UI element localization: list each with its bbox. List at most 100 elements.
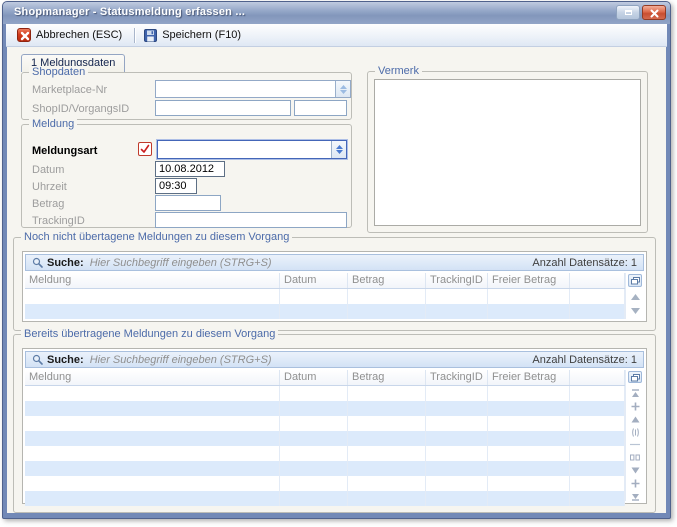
close-icon <box>650 9 659 18</box>
table-cell <box>488 476 570 491</box>
table-cell <box>570 476 625 491</box>
table-cell <box>426 476 488 491</box>
transferred-grid-header: Meldung Datum Betrag TrackingID Freier B… <box>25 370 625 386</box>
column-header-betrag[interactable]: Betrag <box>348 273 426 288</box>
pending-grid: Meldung Datum Betrag TrackingID Freier B… <box>25 273 626 319</box>
nav-next-icon[interactable] <box>630 466 640 475</box>
save-button[interactable]: Speichern (F10) <box>140 27 248 44</box>
table-cell <box>488 289 570 304</box>
cancel-button[interactable]: Abbrechen (ESC) <box>13 26 129 44</box>
group-meldung-title: Meldung <box>29 118 77 131</box>
title-bar[interactable]: Shopmanager - Statusmeldung erfassen ... <box>3 2 670 24</box>
table-cell <box>488 491 570 506</box>
transferred-grid-container: Suche: Hier Suchbegriff eingeben (STRG+S… <box>22 348 647 504</box>
meldungsart-label: Meldungsart <box>32 145 97 157</box>
table-cell <box>570 304 625 319</box>
table-cell <box>25 289 280 304</box>
pending-grid-strip <box>626 273 644 319</box>
transferred-grid-rows <box>25 386 625 506</box>
close-button[interactable] <box>642 5 666 20</box>
column-header-datum[interactable]: Datum <box>280 370 348 385</box>
marketplace-label: Marketplace-Nr <box>32 84 107 96</box>
column-header-trackingid[interactable]: TrackingID <box>426 273 488 288</box>
maximize-button[interactable] <box>616 5 640 20</box>
trackingid-input[interactable] <box>155 212 347 228</box>
table-cell <box>570 491 625 506</box>
pending-grid-container: Suche: Hier Suchbegriff eingeben (STRG+S… <box>22 251 647 322</box>
app-window: Shopmanager - Statusmeldung erfassen ...… <box>2 1 671 519</box>
table-row[interactable] <box>25 416 625 431</box>
group-pending-meldungen: Noch nicht übertagene Meldungen zu diese… <box>13 237 656 331</box>
nav-insert-icon[interactable] <box>630 402 640 411</box>
marketplace-combobox[interactable] <box>155 80 351 98</box>
table-cell <box>488 386 570 401</box>
nav-divider <box>630 441 640 450</box>
scroll-up-icon[interactable] <box>630 292 640 302</box>
table-row[interactable] <box>25 476 625 491</box>
nav-first-icon[interactable] <box>630 389 640 398</box>
nav-edit-icon[interactable] <box>630 428 640 437</box>
table-row[interactable] <box>25 386 625 401</box>
nav-post-icon[interactable] <box>630 453 640 462</box>
nav-append-icon[interactable] <box>630 479 640 488</box>
table-cell <box>488 401 570 416</box>
uhrzeit-input[interactable] <box>155 178 197 194</box>
column-header-datum[interactable]: Datum <box>280 273 348 288</box>
search-icon <box>32 354 43 365</box>
table-row[interactable] <box>25 304 625 319</box>
datum-input[interactable] <box>155 161 225 177</box>
table-cell <box>25 304 280 319</box>
nav-prior-icon[interactable] <box>630 415 640 424</box>
nav-last-icon[interactable] <box>630 492 640 501</box>
column-header-meldung[interactable]: Meldung <box>25 273 280 288</box>
table-row[interactable] <box>25 431 625 446</box>
table-cell <box>280 304 348 319</box>
uhrzeit-label: Uhrzeit <box>32 181 67 193</box>
table-row[interactable] <box>25 461 625 476</box>
table-cell <box>348 476 426 491</box>
table-row[interactable] <box>25 491 625 506</box>
table-cell <box>25 401 280 416</box>
table-cell <box>348 446 426 461</box>
meldungsart-dropdown-icon[interactable] <box>331 141 346 158</box>
save-icon <box>144 29 157 42</box>
table-cell <box>280 386 348 401</box>
search-icon <box>32 257 43 268</box>
cancel-icon <box>17 28 31 42</box>
scroll-down-icon[interactable] <box>630 306 640 316</box>
table-cell <box>488 304 570 319</box>
column-header-freier-betrag[interactable]: Freier Betrag <box>488 273 570 288</box>
transferred-search-bar[interactable]: Suche: Hier Suchbegriff eingeben (STRG+S… <box>25 351 644 368</box>
table-cell <box>426 461 488 476</box>
table-cell <box>488 446 570 461</box>
marketplace-dropdown-icon[interactable] <box>335 81 350 97</box>
column-chooser-icon[interactable] <box>628 274 642 287</box>
column-header-freier-betrag[interactable]: Freier Betrag <box>488 370 570 385</box>
table-cell <box>348 289 426 304</box>
betrag-input[interactable] <box>155 195 221 211</box>
pending-search-bar[interactable]: Suche: Hier Suchbegriff eingeben (STRG+S… <box>25 254 644 271</box>
table-row[interactable] <box>25 401 625 416</box>
table-cell <box>25 476 280 491</box>
column-header-meldung[interactable]: Meldung <box>25 370 280 385</box>
maximize-icon <box>625 10 632 15</box>
record-count: Anzahl Datensätze: 1 <box>532 354 637 366</box>
vorgangsid-input[interactable] <box>294 100 347 116</box>
search-label: Suche: <box>47 257 84 269</box>
required-check-icon <box>138 142 152 156</box>
vermerk-textarea[interactable] <box>374 79 641 226</box>
shopid-input[interactable] <box>155 100 291 116</box>
column-header-betrag[interactable]: Betrag <box>348 370 426 385</box>
table-cell <box>280 461 348 476</box>
table-cell <box>570 401 625 416</box>
table-cell <box>426 446 488 461</box>
table-row[interactable] <box>25 446 625 461</box>
column-chooser-icon[interactable] <box>628 371 642 383</box>
betrag-label: Betrag <box>32 198 64 210</box>
table-cell <box>25 446 280 461</box>
column-header-trackingid[interactable]: TrackingID <box>426 370 488 385</box>
search-placeholder: Hier Suchbegriff eingeben (STRG+S) <box>90 354 272 366</box>
table-row[interactable] <box>25 289 625 304</box>
group-meldung: Meldung Meldungsart Datum Uhrzeit Betrag… <box>21 124 352 228</box>
meldungsart-combobox[interactable] <box>157 140 347 159</box>
